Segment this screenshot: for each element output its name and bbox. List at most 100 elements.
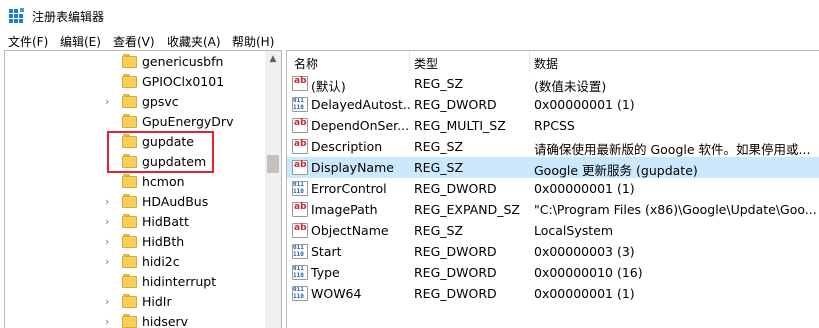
expand-chevron-icon[interactable]: › — [105, 96, 115, 108]
value-row[interactable]: 011 110 Start REG_DWORD 0x00000003 (3) — [287, 241, 819, 262]
menu-file[interactable]: 文件(F) — [8, 33, 48, 50]
string-value-icon: ab — [292, 76, 308, 91]
value-row[interactable]: ab Description REG_SZ 请确保使用最新版的 Google 软件。如… — [287, 136, 819, 157]
value-row[interactable]: ab ImagePath REG_EXPAND_SZ "C:\Program File… — [287, 199, 819, 220]
folder-icon — [122, 74, 138, 89]
value-row[interactable]: ab DisplayName REG_SZ Google 更新服务 (gupdate) — [287, 157, 819, 178]
expand-chevron-icon[interactable]: › — [105, 316, 115, 328]
folder-icon — [122, 254, 138, 269]
string-value-icon: ab — [292, 223, 308, 238]
tree-item[interactable]: GpuEnergyDrv — [5, 112, 267, 132]
value-type: REG_DWORD — [414, 97, 497, 112]
icon-glyph: ab — [294, 118, 307, 128]
tree-item[interactable]: GPIOClx0101 — [5, 72, 267, 92]
menu-edit[interactable]: 编辑(E) — [60, 33, 101, 50]
tree-item[interactable]: hcmon — [5, 172, 267, 192]
tree-item-label: genericusbfn — [142, 54, 224, 69]
registry-editor-icon — [9, 8, 24, 23]
tree-item-label: GPIOClx0101 — [142, 74, 225, 89]
expand-chevron-icon[interactable]: › — [105, 196, 115, 208]
column-header-data[interactable]: 数据 — [534, 55, 558, 72]
icon-glyph: ab — [294, 202, 307, 212]
scroll-up-arrow-icon[interactable]: ▲ — [268, 54, 278, 64]
binary-value-icon: 011 110 — [292, 181, 308, 196]
string-value-icon: ab — [292, 160, 308, 175]
column-header-name[interactable]: 名称 — [294, 55, 318, 72]
tree-item[interactable]: › HidBatt — [5, 212, 267, 232]
tree-item[interactable]: › hidi2c — [5, 252, 267, 272]
value-row[interactable]: 011 110 WOW64 REG_DWORD 0x00000001 (1) — [287, 283, 819, 304]
string-value-icon: ab — [292, 202, 308, 217]
window-title: 注册表编辑器 — [32, 10, 105, 24]
icon-glyph: 011 110 — [293, 286, 304, 300]
value-row[interactable]: ab ObjectName REG_SZ LocalSystem — [287, 220, 819, 241]
value-name: (默认) — [311, 79, 346, 94]
menu-favorites[interactable]: 收藏夹(A) — [167, 33, 221, 50]
value-row[interactable]: 011 110 ErrorControl REG_DWORD 0x00000001 (… — [287, 178, 819, 199]
expand-chevron-icon[interactable]: › — [105, 216, 115, 228]
value-data: "C:\Program Files (x86)\Google\Update\Go… — [534, 202, 817, 217]
tree-item-label: hcmon — [142, 174, 185, 189]
title-bar: 注册表编辑器 — [0, 0, 819, 30]
column-header-type[interactable]: 类型 — [414, 55, 438, 72]
list-header: 名称 类型 数据 — [287, 51, 819, 73]
value-data: 0x00000001 (1) — [534, 181, 635, 196]
tree-item[interactable]: › gpsvc — [5, 92, 267, 112]
tree-item[interactable]: › HidBth — [5, 232, 267, 252]
value-data: 请确保使用最新版的 Google 软件。如果停用或... — [534, 142, 811, 157]
value-name: DelayedAutost... — [311, 97, 411, 112]
value-name: ErrorControl — [311, 181, 387, 196]
folder-icon — [122, 234, 138, 249]
value-data: LocalSystem — [534, 223, 614, 238]
tree-item[interactable]: › HDAudBus — [5, 192, 267, 212]
icon-glyph: 011 110 — [293, 97, 304, 111]
value-row[interactable]: ab DependOnSer... REG_MULTI_SZ RPCSS — [287, 115, 819, 136]
scroll-thumb[interactable] — [267, 155, 279, 173]
string-value-icon: ab — [292, 118, 308, 133]
value-data: 0x00000003 (3) — [534, 244, 635, 259]
annotation-highlight-box — [107, 131, 214, 173]
key-tree[interactable]: genericusbfn GPIOClx0101 › gpsvc GpuEnergyDr… — [4, 50, 282, 328]
value-type: REG_SZ — [414, 223, 464, 238]
tree-item[interactable]: hidinterrupt — [5, 272, 267, 292]
value-type: REG_SZ — [414, 139, 464, 154]
value-data: RPCSS — [534, 118, 575, 133]
value-name: DependOnSer... — [311, 118, 410, 133]
icon-glyph: ab — [294, 160, 307, 170]
menu-view[interactable]: 查看(V) — [113, 33, 155, 50]
icon-glyph: ab — [294, 223, 307, 233]
folder-icon — [122, 274, 138, 289]
binary-value-icon: 011 110 — [292, 244, 308, 259]
tree-item[interactable]: genericusbfn — [5, 52, 267, 72]
expand-chevron-icon[interactable]: › — [105, 236, 115, 248]
value-name: ObjectName — [311, 223, 389, 238]
tree-item[interactable]: › hidserv — [5, 312, 267, 328]
value-type: REG_SZ — [414, 160, 464, 175]
menu-bar: 文件(F) 编辑(E) 查看(V) 收藏夹(A) 帮助(H) — [0, 30, 819, 50]
folder-icon — [122, 294, 138, 309]
value-data: Google 更新服务 (gupdate) — [534, 163, 698, 178]
value-type: REG_DWORD — [414, 181, 497, 196]
value-row[interactable]: 011 110 DelayedAutost... REG_DWORD 0x000000… — [287, 94, 819, 115]
value-list[interactable]: 名称 类型 数据 ab (默认) REG_SZ (数值未设置) 011 110 Delay… — [286, 50, 819, 328]
folder-icon — [122, 54, 138, 69]
menu-help[interactable]: 帮助(H) — [232, 33, 274, 50]
value-row[interactable]: ab (默认) REG_SZ (数值未设置) — [287, 73, 819, 94]
column-divider[interactable] — [409, 51, 410, 73]
tree-item-label: gpsvc — [142, 94, 179, 109]
value-row[interactable]: 011 110 Type REG_DWORD 0x00000010 (16) — [287, 262, 819, 283]
value-name: DisplayName — [311, 160, 394, 175]
value-type: REG_EXPAND_SZ — [414, 202, 520, 217]
value-type: REG_DWORD — [414, 286, 497, 301]
value-type: REG_SZ — [414, 76, 464, 91]
folder-icon — [122, 94, 138, 109]
expand-chevron-icon[interactable]: › — [105, 256, 115, 268]
tree-item[interactable]: › HidIr — [5, 292, 267, 312]
folder-icon — [122, 314, 138, 328]
value-type: REG_DWORD — [414, 265, 497, 280]
tree-scrollbar[interactable]: ▲ — [265, 51, 281, 328]
value-type: REG_MULTI_SZ — [414, 118, 506, 133]
column-divider[interactable] — [529, 51, 530, 73]
expand-chevron-icon[interactable]: › — [105, 296, 115, 308]
value-data: 0x00000001 (1) — [534, 286, 635, 301]
